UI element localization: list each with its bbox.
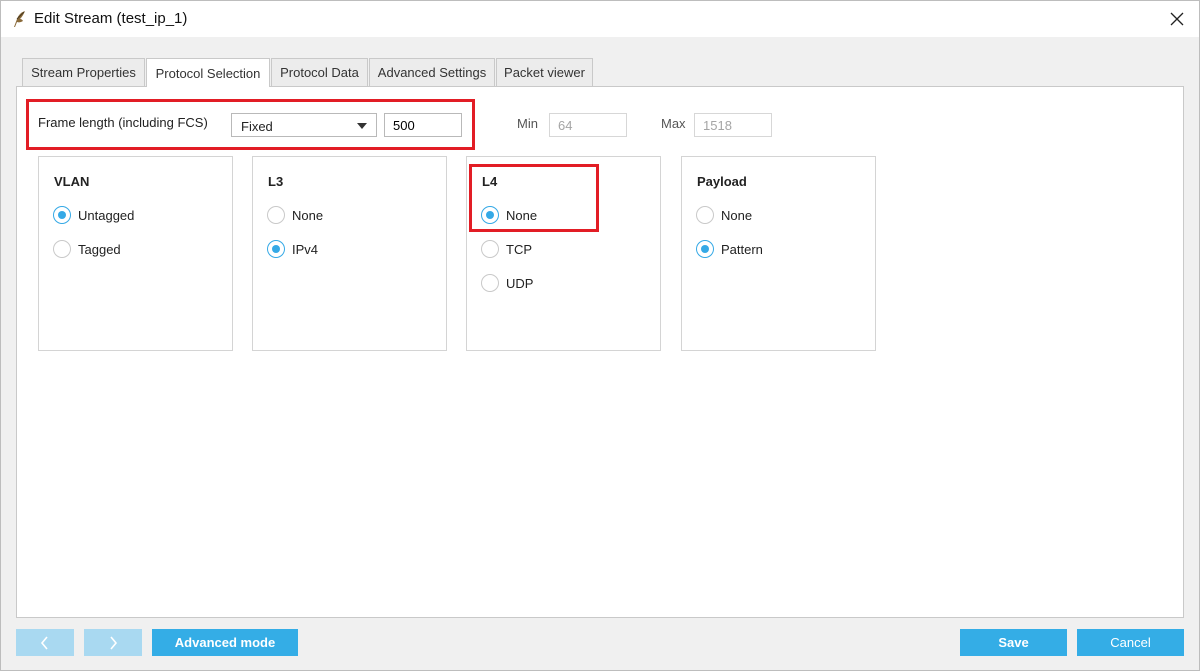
option-label: None: [292, 207, 324, 223]
tab-packet-viewer[interactable]: Packet viewer: [496, 58, 593, 86]
radio-unselected-icon: [53, 240, 71, 258]
caret-down-icon: [357, 123, 367, 129]
window-title: Edit Stream (test_ip_1): [34, 10, 188, 27]
tab-stream-properties[interactable]: Stream Properties: [22, 58, 145, 86]
option-label: UDP: [506, 275, 534, 291]
option-label: Tagged: [78, 241, 121, 257]
radio-selected-icon: [267, 240, 285, 258]
vlan-card: VLAN Untagged Tagged: [38, 156, 233, 351]
close-button[interactable]: [1154, 0, 1200, 37]
option-label: None: [506, 207, 538, 223]
quill-icon: [14, 11, 25, 27]
frame-length-mode-select[interactable]: Fixed: [231, 113, 377, 137]
frame-length-mode-value: Fixed: [241, 119, 273, 134]
l3-none-radio[interactable]: None: [267, 205, 323, 225]
tab-label: Advanced Settings: [377, 65, 487, 80]
vlan-untagged-radio[interactable]: Untagged: [53, 205, 134, 225]
vlan-title: VLAN: [54, 174, 90, 189]
tab-label: Packet viewer: [504, 65, 585, 80]
chevron-left-icon: [40, 635, 48, 650]
l4-udp-radio[interactable]: UDP: [481, 273, 533, 293]
radio-unselected-icon: [481, 240, 499, 258]
button-label: Save: [998, 635, 1029, 650]
forward-button[interactable]: [84, 629, 142, 656]
l4-none-radio[interactable]: None: [481, 205, 537, 225]
save-button[interactable]: Save: [960, 629, 1067, 656]
l4-tcp-radio[interactable]: TCP: [481, 239, 532, 259]
l4-title: L4: [482, 174, 498, 189]
payload-pattern-radio[interactable]: Pattern: [696, 239, 763, 259]
payload-none-radio[interactable]: None: [696, 205, 752, 225]
back-button[interactable]: [16, 629, 74, 656]
min-label: Min: [517, 116, 538, 131]
frame-length-label: Frame length (including FCS): [38, 115, 208, 130]
tab-label: Protocol Data: [280, 65, 359, 80]
radio-unselected-icon: [696, 206, 714, 224]
min-length-field: [549, 113, 627, 137]
tab-label: Stream Properties: [31, 65, 136, 80]
option-label: Pattern: [721, 241, 763, 257]
title-bar: Edit Stream (test_ip_1): [0, 0, 1200, 37]
option-label: Untagged: [78, 207, 135, 223]
radio-selected-icon: [53, 206, 71, 224]
tab-label: Protocol Selection: [155, 65, 261, 81]
button-label: Cancel: [1110, 635, 1151, 650]
radio-unselected-icon: [481, 274, 499, 292]
radio-selected-icon: [481, 206, 499, 224]
cancel-button[interactable]: Cancel: [1077, 629, 1184, 656]
radio-unselected-icon: [267, 206, 285, 224]
button-label: Advanced mode: [174, 635, 276, 650]
option-label: IPv4: [292, 241, 319, 257]
frame-length-input[interactable]: [384, 113, 462, 137]
l3-ipv4-radio[interactable]: IPv4: [267, 239, 318, 259]
chevron-right-icon: [110, 635, 118, 650]
max-length-field: [694, 113, 772, 137]
payload-card: Payload None Pattern: [681, 156, 876, 351]
l3-title: L3: [268, 174, 284, 189]
l4-card: L4 None TCP UDP: [466, 156, 661, 351]
option-label: TCP: [506, 241, 532, 257]
payload-title: Payload: [697, 174, 747, 189]
radio-selected-icon: [696, 240, 714, 258]
tab-protocol-data[interactable]: Protocol Data: [271, 58, 368, 86]
advanced-mode-button[interactable]: Advanced mode: [152, 629, 298, 656]
close-icon: [1170, 12, 1184, 25]
option-label: None: [721, 207, 753, 223]
l3-card: L3 None IPv4: [252, 156, 447, 351]
max-label: Max: [661, 116, 686, 131]
tab-advanced-settings[interactable]: Advanced Settings: [369, 58, 495, 86]
vlan-tagged-radio[interactable]: Tagged: [53, 239, 121, 259]
tab-protocol-selection[interactable]: Protocol Selection: [146, 58, 270, 87]
